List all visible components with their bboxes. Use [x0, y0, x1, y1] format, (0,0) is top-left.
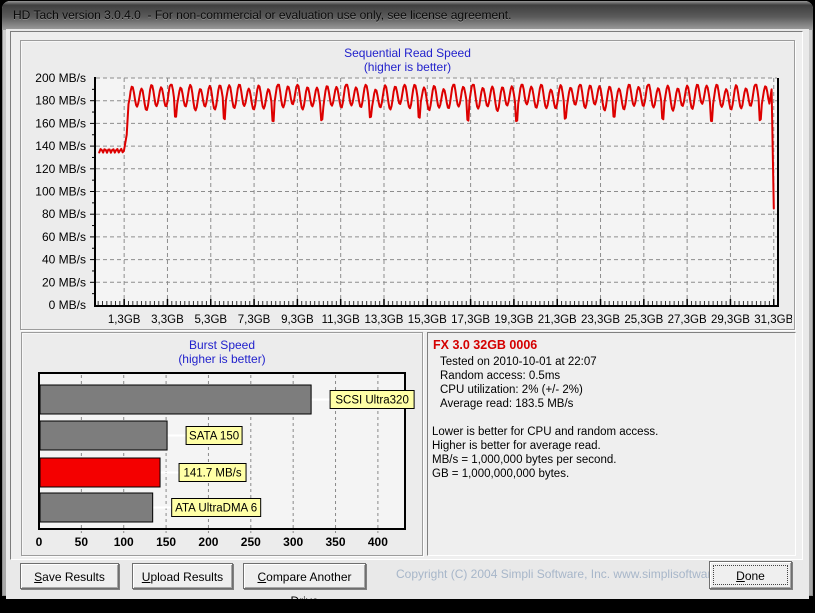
svg-text:7,3GB: 7,3GB	[238, 314, 271, 326]
svg-text:25,3GB: 25,3GB	[624, 314, 663, 326]
svg-text:200: 200	[198, 535, 218, 549]
svg-text:27,3GB: 27,3GB	[668, 314, 707, 326]
svg-text:80 MB/s: 80 MB/s	[42, 207, 86, 221]
drive-name: FX 3.0 32GB 0006	[433, 338, 795, 352]
svg-text:140 MB/s: 140 MB/s	[35, 139, 86, 153]
svg-text:1,3GB: 1,3GB	[108, 314, 141, 326]
sequential-read-chart: 0 MB/s 20 MB/s 40 MB/s 60 MB/s 80 MB/s 100 MB…	[21, 41, 792, 327]
save-results-button[interactable]: Save Results	[20, 563, 119, 589]
info-notes: Lower is better for CPU and random acces…	[428, 425, 795, 481]
compare-another-drive-button[interactable]: Compare Another Drive	[243, 563, 366, 589]
burst-speed-chart: SCSI Ultra320 SATA 150 141.7 MB/s ATA Ultra…	[22, 333, 420, 553]
upload-results-label: Upload Results	[139, 565, 226, 589]
save-results-label: Save Results	[27, 565, 112, 589]
svg-text:31,3GB: 31,3GB	[754, 314, 792, 326]
compare-another-drive-label: Compare Another Drive	[250, 565, 359, 613]
copyright-text: Copyright (C) 2004 Simpli Software, Inc.…	[396, 567, 708, 581]
svg-text:400: 400	[368, 535, 388, 549]
svg-text:11,3GB: 11,3GB	[322, 314, 360, 326]
svg-text:29,3GB: 29,3GB	[711, 314, 750, 326]
svg-text:100 MB/s: 100 MB/s	[35, 185, 86, 199]
done-label: Done	[716, 563, 785, 589]
svg-text:40 MB/s: 40 MB/s	[42, 253, 86, 267]
window-title: HD Tach version 3.0.4.0 - For non-commer…	[13, 8, 511, 22]
svg-text:180 MB/s: 180 MB/s	[35, 94, 86, 108]
results-area: Sequential Read Speed (higher is better)…	[10, 31, 803, 560]
svg-text:100: 100	[114, 535, 134, 549]
svg-text:ATA UltraDMA 6: ATA UltraDMA 6	[175, 503, 257, 515]
svg-text:60 MB/s: 60 MB/s	[42, 230, 86, 244]
burst-speed-panel: Burst Speed (higher is better) SCSI Ultr…	[21, 332, 423, 556]
note-line: MB/s = 1,000,000 bytes per second.	[432, 453, 795, 467]
svg-text:300: 300	[283, 535, 303, 549]
svg-text:SATA 150: SATA 150	[189, 431, 239, 443]
svg-text:17,3GB: 17,3GB	[451, 314, 490, 326]
cpu-utilization-line: CPU utilization: 2% (+/- 2%)	[440, 383, 795, 397]
svg-text:50: 50	[75, 535, 89, 549]
svg-text:5,3GB: 5,3GB	[194, 314, 227, 326]
dialog-body: Sequential Read Speed (higher is better)…	[6, 29, 809, 599]
svg-text:0 MB/s: 0 MB/s	[49, 298, 86, 312]
svg-text:120 MB/s: 120 MB/s	[35, 162, 86, 176]
svg-text:3,3GB: 3,3GB	[151, 314, 184, 326]
svg-text:15,3GB: 15,3GB	[408, 314, 447, 326]
svg-text:23,3GB: 23,3GB	[581, 314, 620, 326]
svg-text:160 MB/s: 160 MB/s	[35, 116, 86, 130]
svg-text:141.7 MB/s: 141.7 MB/s	[183, 468, 241, 480]
average-read-line: Average read: 183.5 MB/s	[440, 397, 795, 411]
note-line: Higher is better for average read.	[432, 439, 795, 453]
svg-text:SCSI Ultra320: SCSI Ultra320	[335, 395, 409, 407]
svg-text:20 MB/s: 20 MB/s	[42, 275, 86, 289]
upload-results-button[interactable]: Upload Results	[132, 563, 233, 589]
svg-text:19,3GB: 19,3GB	[494, 314, 533, 326]
note-line: GB = 1,000,000,000 bytes.	[432, 467, 795, 481]
svg-text:21,3GB: 21,3GB	[538, 314, 577, 326]
done-button[interactable]: Done	[709, 561, 792, 589]
svg-text:0: 0	[36, 535, 43, 549]
svg-text:13,3GB: 13,3GB	[364, 314, 403, 326]
sequential-read-panel: Sequential Read Speed (higher is better)…	[20, 40, 795, 330]
svg-text:9,3GB: 9,3GB	[281, 314, 314, 326]
svg-text:250: 250	[241, 535, 261, 549]
title-bar[interactable]: HD Tach version 3.0.4.0 - For non-commer…	[2, 1, 813, 30]
svg-text:350: 350	[326, 535, 346, 549]
svg-text:150: 150	[156, 535, 176, 549]
note-line: Lower is better for CPU and random acces…	[432, 425, 795, 439]
random-access-line: Random access: 0.5ms	[440, 369, 795, 383]
tested-on-line: Tested on 2010-10-01 at 22:07	[440, 355, 795, 369]
hd-tach-window: { "window": { "title": "HD Tach version …	[0, 0, 815, 602]
drive-info-panel: FX 3.0 32GB 0006 Tested on 2010-10-01 at…	[427, 332, 796, 556]
svg-text:200 MB/s: 200 MB/s	[35, 71, 86, 85]
